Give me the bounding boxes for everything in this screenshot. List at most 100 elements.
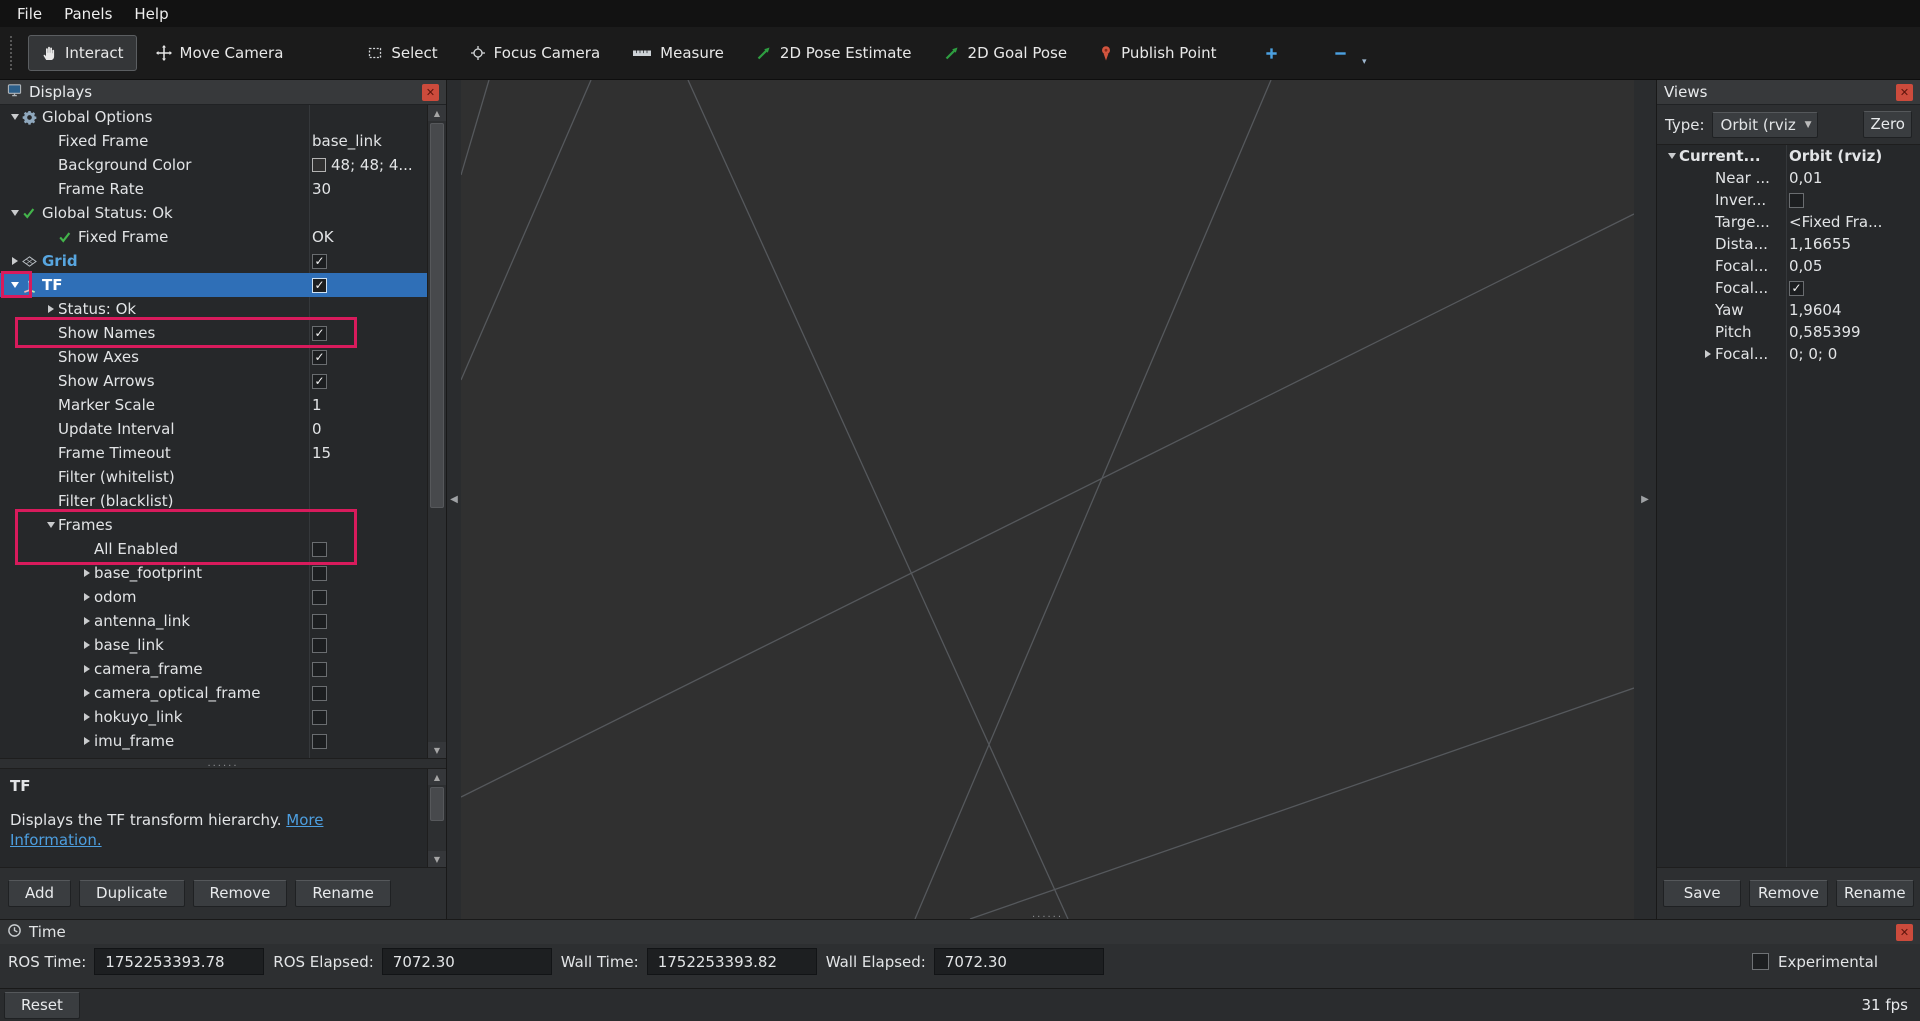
checkbox-checked[interactable]: ✓ xyxy=(312,326,327,341)
property-value[interactable]: 48; 48; 4... xyxy=(331,156,413,174)
zero-button[interactable]: Zero xyxy=(1863,111,1912,138)
checkbox-unchecked[interactable] xyxy=(1789,193,1804,208)
time-field-value[interactable]: 1752253393.82 xyxy=(647,948,817,975)
2d-goal-pose-tool[interactable]: 2D Goal Pose xyxy=(931,35,1081,71)
checkbox-unchecked[interactable] xyxy=(312,710,327,725)
checkbox-checked[interactable]: ✓ xyxy=(312,374,327,389)
expander-open-icon[interactable] xyxy=(8,114,22,120)
checkbox-unchecked[interactable] xyxy=(312,686,327,701)
tree-row-background-color[interactable]: Background Color48; 48; 4... xyxy=(0,153,427,177)
property-value[interactable]: 0,05 xyxy=(1789,257,1822,275)
property-value[interactable]: 0,01 xyxy=(1789,169,1822,187)
displays-duplicate-button[interactable]: Duplicate xyxy=(79,880,184,907)
checkbox-checked[interactable]: ✓ xyxy=(312,254,327,269)
checkbox-checked[interactable]: ✓ xyxy=(312,350,327,365)
tree-row-yaw[interactable]: Yaw1,9604 xyxy=(1657,299,1920,321)
checkbox-unchecked[interactable] xyxy=(312,734,327,749)
expander-closed-icon[interactable] xyxy=(80,641,94,649)
checkbox-unchecked[interactable] xyxy=(1752,953,1769,970)
tree-row-fixed-frame[interactable]: Fixed Framebase_link xyxy=(0,129,427,153)
property-value[interactable]: 0,585399 xyxy=(1789,323,1861,341)
checkbox-unchecked[interactable] xyxy=(312,542,327,557)
views-close-button[interactable]: ✕ xyxy=(1896,84,1913,101)
tree-row-focal-[interactable]: Focal...0; 0; 0 xyxy=(1657,343,1920,365)
focus-camera-tool[interactable]: Focus Camera xyxy=(457,35,613,71)
tree-row-marker-scale[interactable]: Marker Scale1 xyxy=(0,393,427,417)
tree-row-tf[interactable]: TF✓ xyxy=(0,273,427,297)
scroll-track[interactable] xyxy=(428,121,446,742)
tree-row-filter-whitelist-[interactable]: Filter (whitelist) xyxy=(0,465,427,489)
reset-button[interactable]: Reset xyxy=(4,992,80,1019)
menu-file[interactable]: File xyxy=(6,2,53,26)
tree-row-camera-optical-frame[interactable]: camera_optical_frame xyxy=(0,681,427,705)
tree-row-grid[interactable]: Grid✓ xyxy=(0,249,427,273)
displays-close-button[interactable]: ✕ xyxy=(422,84,439,101)
property-value[interactable]: 15 xyxy=(312,444,331,462)
displays-scrollbar[interactable]: ▲ ▼ xyxy=(427,105,446,758)
checkbox-checked[interactable]: ✓ xyxy=(1789,281,1804,296)
property-value[interactable]: 30 xyxy=(312,180,331,198)
chevron-down-icon[interactable]: ▾ xyxy=(1362,57,1367,67)
tree-row-imu-frame[interactable]: imu_frame xyxy=(0,729,427,753)
tree-row-targe-[interactable]: Targe...<Fixed Fra... xyxy=(1657,211,1920,233)
checkbox-unchecked[interactable] xyxy=(312,662,327,677)
time-field-value[interactable]: 7072.30 xyxy=(382,948,552,975)
expander-closed-icon[interactable] xyxy=(80,665,94,673)
checkbox-unchecked[interactable] xyxy=(312,566,327,581)
property-value[interactable]: 1,9604 xyxy=(1789,301,1842,319)
publish-point-tool[interactable]: Publish Point xyxy=(1086,35,1229,71)
tree-row-pitch[interactable]: Pitch0,585399 xyxy=(1657,321,1920,343)
scroll-track[interactable] xyxy=(428,785,446,851)
scroll-down-icon[interactable]: ▼ xyxy=(428,742,446,758)
measure-tool[interactable]: Measure xyxy=(619,35,737,71)
expander-closed-icon[interactable] xyxy=(80,593,94,601)
menu-help[interactable]: Help xyxy=(123,2,179,26)
expander-closed-icon[interactable] xyxy=(1701,350,1715,358)
views-remove-button[interactable]: Remove xyxy=(1749,880,1827,907)
tree-row-near-[interactable]: Near ...0,01 xyxy=(1657,167,1920,189)
scroll-down-icon[interactable]: ▼ xyxy=(428,851,446,867)
tree-row-show-axes[interactable]: Show Axes✓ xyxy=(0,345,427,369)
select-tool[interactable]: Select xyxy=(354,35,450,71)
left-panel-splitter[interactable]: ◀ xyxy=(447,80,461,919)
expander-closed-icon[interactable] xyxy=(80,713,94,721)
scroll-thumb[interactable] xyxy=(430,787,444,821)
tree-row-odom[interactable]: odom xyxy=(0,585,427,609)
tree-row-focal-[interactable]: Focal...0,05 xyxy=(1657,255,1920,277)
time-field-value[interactable]: 1752253393.78 xyxy=(94,948,264,975)
displays-remove-button[interactable]: Remove xyxy=(193,880,288,907)
displays-add-button[interactable]: Add xyxy=(8,880,71,907)
time-field-value[interactable]: 7072.30 xyxy=(934,948,1104,975)
property-value[interactable]: 1 xyxy=(312,396,322,414)
tree-row-frame-timeout[interactable]: Frame Timeout15 xyxy=(0,441,427,465)
property-value[interactable]: Orbit (rviz) xyxy=(1789,147,1882,165)
tree-row-antenna-link[interactable]: antenna_link xyxy=(0,609,427,633)
move-camera-tool[interactable]: Move Camera xyxy=(143,35,297,71)
scroll-thumb[interactable] xyxy=(430,123,444,508)
displays-rename-button[interactable]: Rename xyxy=(295,880,391,907)
tree-row-base-footprint[interactable]: base_footprint xyxy=(0,561,427,585)
tree-row-show-arrows[interactable]: Show Arrows✓ xyxy=(0,369,427,393)
tree-row-camera-frame[interactable]: camera_frame xyxy=(0,657,427,681)
remove-tool-button[interactable]: ▾ xyxy=(1323,37,1358,70)
view-type-dropdown[interactable]: Orbit (rviz ▼ xyxy=(1712,112,1818,138)
expander-closed-icon[interactable] xyxy=(44,305,58,313)
checkbox-unchecked[interactable] xyxy=(312,638,327,653)
displays-splitter-handle[interactable]: ...... xyxy=(0,759,446,768)
tree-row-show-names[interactable]: Show Names✓ xyxy=(0,321,427,345)
expander-open-icon[interactable] xyxy=(1665,153,1679,159)
expander-open-icon[interactable] xyxy=(8,282,22,288)
tree-row-base-link[interactable]: base_link xyxy=(0,633,427,657)
expander-closed-icon[interactable] xyxy=(8,257,22,265)
tree-row-dista-[interactable]: Dista...1,16655 xyxy=(1657,233,1920,255)
tree-row-global-status-ok[interactable]: Global Status: Ok xyxy=(0,201,427,225)
expander-closed-icon[interactable] xyxy=(80,569,94,577)
viewport-3d[interactable]: ...... xyxy=(461,80,1634,919)
tree-row-all-enabled[interactable]: All Enabled xyxy=(0,537,427,561)
viewport-bottom-handle[interactable]: ...... xyxy=(1032,912,1063,918)
add-tool-button[interactable] xyxy=(1254,37,1289,70)
scroll-up-icon[interactable]: ▲ xyxy=(428,105,446,121)
property-value[interactable]: 0; 0; 0 xyxy=(1789,345,1837,363)
tree-row-global-options[interactable]: Global Options xyxy=(0,105,427,129)
tree-row-frames[interactable]: Frames xyxy=(0,513,427,537)
